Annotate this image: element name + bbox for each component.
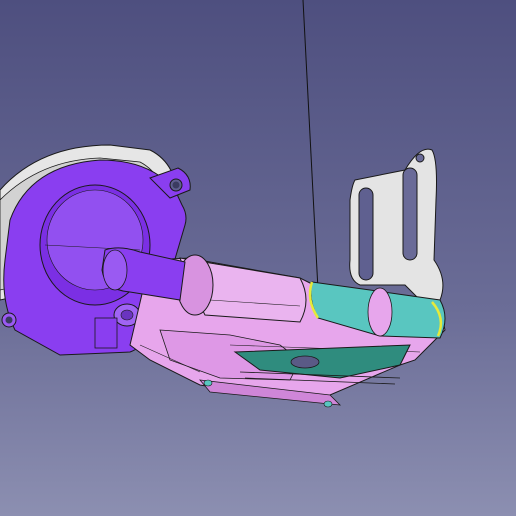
plate-hole <box>290 355 320 369</box>
bracket-slot-right <box>402 167 418 261</box>
bracket-slot-left <box>358 187 374 281</box>
axis-line <box>302 0 319 291</box>
model-canvas <box>0 0 446 408</box>
cad-3d-viewport[interactable] <box>0 0 516 516</box>
gray-mounting-bracket[interactable] <box>349 148 444 301</box>
